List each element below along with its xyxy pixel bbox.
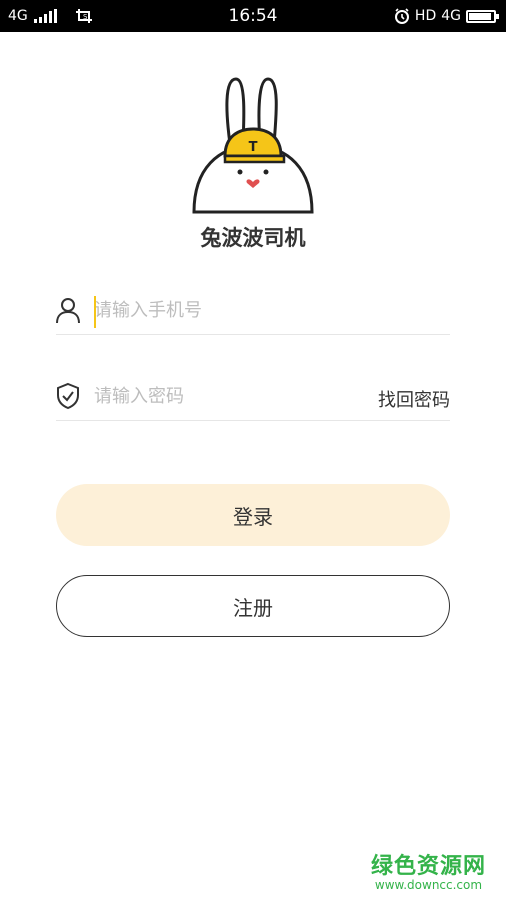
watermark: 绿色资源网 www.downcc.com: [371, 848, 486, 892]
recover-password-link[interactable]: 找回密码: [378, 386, 450, 412]
watermark-sub: www.downcc.com: [374, 878, 483, 892]
app-name: 兔波波司机: [200, 226, 306, 250]
text-caret: [94, 296, 96, 328]
battery-icon: [466, 9, 499, 23]
phone-input[interactable]: [94, 296, 354, 324]
login-button-label: 登录: [233, 504, 273, 529]
status-bar: 4G S 16:54 HD 4G: [0, 0, 506, 32]
hd-label: HD: [414, 8, 437, 24]
status-right: HD 4G: [394, 0, 499, 32]
register-button-label: 注册: [233, 595, 273, 620]
password-input[interactable]: [94, 382, 354, 410]
shield-check-icon: [57, 382, 79, 410]
register-button[interactable]: 注册: [56, 575, 450, 637]
phone-field-row: [56, 286, 450, 335]
logo-letter: T: [249, 140, 258, 155]
password-field-row: 找回密码: [56, 372, 450, 421]
watermark-main: 绿色资源网: [370, 854, 486, 879]
rabbit-logo: T: [192, 77, 314, 214]
network-type-right: 4G: [441, 8, 461, 24]
user-icon: [56, 298, 80, 324]
alarm-icon: [394, 8, 409, 24]
login-button[interactable]: 登录: [56, 484, 450, 546]
